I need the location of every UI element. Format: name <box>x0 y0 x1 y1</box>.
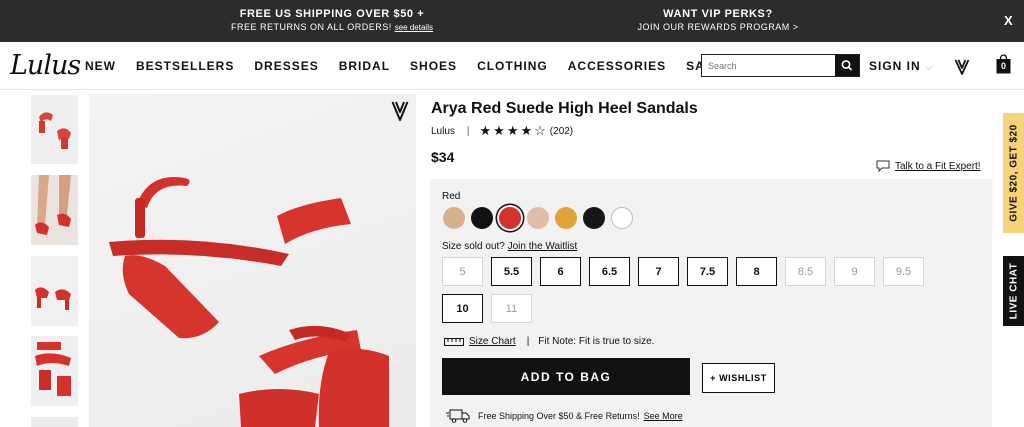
size-option[interactable]: 5 <box>442 257 483 286</box>
review-count[interactable]: (202) <box>550 126 573 137</box>
see-details-link[interactable]: see details <box>395 23 433 32</box>
join-waitlist-link[interactable]: Join the Waitlist <box>508 241 578 252</box>
product-thumbnail-2[interactable] <box>31 175 78 245</box>
color-swatch[interactable] <box>471 207 493 229</box>
nav-item-bridal[interactable]: BRIDAL <box>339 59 390 73</box>
size-option[interactable]: 11 <box>491 294 532 323</box>
size-option[interactable]: 5.5 <box>491 257 532 286</box>
chat-bubble-icon <box>876 160 890 172</box>
color-swatch[interactable] <box>499 207 521 229</box>
vip-promo[interactable]: WANT VIP PERKS? JOIN OUR REWARDS PROGRAM… <box>628 8 808 34</box>
star-rating[interactable]: ★★★★☆ <box>480 123 548 139</box>
size-option[interactable]: 10 <box>442 294 483 323</box>
heart-icon <box>391 101 409 121</box>
see-more-link[interactable]: See More <box>644 411 683 421</box>
wishlist-nav-button[interactable] <box>954 58 970 81</box>
separator: | <box>526 336 530 347</box>
nav-menu: NEW BESTSELLERS DRESSES BRIDAL SHOES CLO… <box>85 59 742 73</box>
shopping-bag-button[interactable]: 0 <box>996 54 1011 74</box>
brand-link[interactable]: Lulus <box>431 126 455 137</box>
ruler-icon <box>444 337 464 346</box>
product-thumbnail-4[interactable] <box>31 336 78 406</box>
shipping-text: Free Shipping Over $50 & Free Returns! <box>478 411 640 421</box>
color-swatch[interactable] <box>583 207 605 229</box>
size-option[interactable]: 6 <box>540 257 581 286</box>
referral-tab[interactable]: GIVE $20, GET $20 <box>1003 113 1024 233</box>
fit-note: Fit Note: Fit is true to size. <box>538 336 655 347</box>
nav-item-new[interactable]: NEW <box>85 59 116 73</box>
product-price: $34 <box>431 149 455 165</box>
color-swatch[interactable] <box>611 207 633 229</box>
referral-tab-label: GIVE $20, GET $20 <box>1008 124 1019 222</box>
live-chat-tab[interactable]: LIVE CHAT <box>1003 256 1024 326</box>
nav-item-dresses[interactable]: DRESSES <box>254 59 318 73</box>
shipping-promo-headline: FREE US SHIPPING OVER $50 + <box>239 8 425 20</box>
close-promo-button[interactable]: X <box>1004 13 1013 28</box>
search-box <box>701 54 860 77</box>
nav-item-bestsellers[interactable]: BESTSELLERS <box>136 59 234 73</box>
size-chart-row: Size Chart | Fit Note: Fit is true to si… <box>444 336 654 347</box>
size-option[interactable]: 7.5 <box>687 257 728 286</box>
add-to-wishlist-button[interactable]: + WISHLIST <box>702 363 775 393</box>
brand-rating-row: Lulus | ★★★★☆ (202) <box>431 123 573 139</box>
search-icon <box>841 60 853 71</box>
red-sandals-image <box>109 177 389 427</box>
shipping-info: Free Shipping Over $50 & Free Returns! S… <box>446 409 683 423</box>
shoe-pair-image <box>31 256 78 326</box>
lulus-logo[interactable]: Lulus <box>10 50 81 81</box>
size-chart-link[interactable]: Size Chart <box>469 336 516 347</box>
shoe-detail-image <box>31 336 78 406</box>
chevron-down-icon: ⌵ <box>925 62 933 72</box>
separator: | <box>466 125 470 137</box>
color-swatch[interactable] <box>527 207 549 229</box>
search-button[interactable] <box>835 55 859 76</box>
main-product-image[interactable] <box>89 94 416 427</box>
product-title: Arya Red Suede High Heel Sandals <box>431 100 698 117</box>
nav-item-clothing[interactable]: CLOTHING <box>477 59 548 73</box>
truck-icon <box>446 409 470 423</box>
model-legs-image <box>31 175 78 245</box>
color-swatch[interactable] <box>555 207 577 229</box>
shipping-promo[interactable]: FREE US SHIPPING OVER $50 + FREE RETURNS… <box>222 8 442 34</box>
size-sold-out-label: Size sold out? <box>442 241 505 252</box>
vip-promo-headline: WANT VIP PERKS? <box>663 8 773 20</box>
size-sold-out-note: Size sold out? Join the Waitlist <box>442 241 577 252</box>
nav-item-shoes[interactable]: SHOES <box>410 59 457 73</box>
main-nav: Lulus NEW BESTSELLERS DRESSES BRIDAL SHO… <box>0 42 1024 90</box>
fit-expert-link[interactable]: Talk to a Fit Expert! <box>876 160 981 172</box>
live-chat-label: LIVE CHAT <box>1008 262 1019 320</box>
search-input[interactable] <box>702 55 836 76</box>
size-option[interactable]: 9.5 <box>883 257 924 286</box>
size-option[interactable]: 6.5 <box>589 257 630 286</box>
sign-in-link[interactable]: SIGN IN ⌵ <box>869 59 933 73</box>
color-swatch[interactable] <box>443 207 465 229</box>
add-to-bag-button[interactable]: ADD TO BAG <box>442 358 690 395</box>
product-thumbnail-1[interactable] <box>31 95 78 164</box>
heart-icon <box>954 59 970 75</box>
vip-promo-subline: JOIN OUR REWARDS PROGRAM > <box>637 22 799 32</box>
size-option[interactable]: 8 <box>736 257 777 286</box>
size-option[interactable]: 7 <box>638 257 679 286</box>
size-option[interactable]: 8.5 <box>785 257 826 286</box>
shipping-promo-subline: FREE RETURNS ON ALL ORDERS! <box>231 22 392 32</box>
nav-item-accessories[interactable]: ACCESSORIES <box>568 59 666 73</box>
promo-bar: FREE US SHIPPING OVER $50 + FREE RETURNS… <box>0 0 1024 42</box>
shoe-thumbnail-image <box>31 95 78 164</box>
add-to-wishlist-heart[interactable] <box>391 100 409 127</box>
product-thumbnail-3[interactable] <box>31 256 78 326</box>
size-option[interactable]: 9 <box>834 257 875 286</box>
selected-color-label: Red <box>442 191 461 202</box>
fit-expert-label: Talk to a Fit Expert! <box>895 160 981 172</box>
sign-in-label: SIGN IN <box>869 59 921 73</box>
bag-count: 0 <box>1000 61 1006 71</box>
product-thumbnail-5[interactable] <box>31 417 78 427</box>
